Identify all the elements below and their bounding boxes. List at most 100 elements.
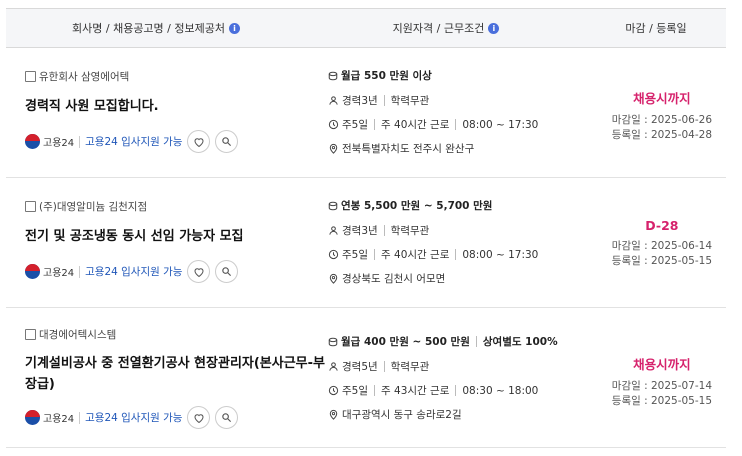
pay-text: 월급 400 만원 ~ 500 만원	[341, 336, 470, 348]
divider	[455, 119, 457, 130]
source-row: 고용24 고용24 입사지원 가능	[25, 260, 239, 283]
divider	[455, 385, 457, 396]
heart-icon	[194, 413, 204, 423]
location-text: 대구광역시 동구 송라로2길	[342, 409, 462, 421]
coin-icon	[328, 71, 338, 80]
deadline-block: 채용시까지 마감일 : 2025-06-26 등록일 : 2025-04-28	[612, 88, 712, 143]
registered-date: 등록일 : 2025-05-15	[611, 395, 712, 407]
location-pin-icon	[329, 143, 338, 154]
source-brand: 고용24	[43, 268, 75, 279]
pay-condition: 월급 550 만원 이상	[328, 68, 432, 83]
education-text: 학력무관	[390, 361, 430, 373]
location-pin-icon	[329, 409, 338, 420]
source-row: 고용24 고용24 입사지원 가능	[25, 406, 239, 429]
pay-text: 연봉 5,500 만원 ~ 5,700 만원	[341, 200, 493, 212]
checkbox-icon[interactable]	[25, 201, 36, 212]
divider	[79, 411, 81, 424]
company-name: 대경에어텍시스템	[25, 327, 116, 342]
header-qualification-label: 지원자격 / 근무조건	[392, 22, 485, 35]
experience-condition: 경력3년 학력무관	[328, 223, 429, 238]
experience-text: 경력3년	[342, 225, 378, 237]
coin-icon	[328, 337, 338, 346]
divider	[374, 119, 376, 130]
education-text: 학력무관	[390, 225, 430, 237]
company-label[interactable]: 대경에어텍시스템	[39, 327, 116, 342]
korea-flag-icon	[25, 264, 40, 279]
experience-text: 경력3년	[342, 95, 378, 107]
deadline-block: D-28 마감일 : 2025-06-14 등록일 : 2025-05-15	[612, 218, 712, 269]
experience-condition: 경력5년 학력무관	[328, 359, 429, 374]
person-icon	[329, 362, 338, 371]
education-text: 학력무관	[390, 95, 430, 107]
search-button[interactable]	[215, 260, 239, 283]
deadline-date: 마감일 : 2025-06-14	[611, 240, 712, 252]
deadline-date: 마감일 : 2025-06-26	[611, 114, 712, 126]
header-deadline-label: 마감 / 등록일	[625, 22, 687, 35]
divider	[383, 361, 385, 372]
location-pin-icon	[329, 273, 338, 284]
search-icon	[222, 413, 232, 423]
divider	[374, 385, 376, 396]
search-icon	[222, 267, 232, 277]
divider	[455, 249, 457, 260]
korea-flag-icon	[25, 134, 40, 149]
checkbox-icon[interactable]	[25, 71, 36, 82]
source-brand: 고용24	[43, 414, 75, 425]
source-row: 고용24 고용24 입사지원 가능	[25, 130, 239, 153]
bonus-text: 상여별도 100%	[482, 336, 558, 348]
pay-text: 월급 550 만원 이상	[341, 70, 432, 82]
hours-text: 주 40시간 근로	[381, 249, 450, 261]
deadline-block: 채용시까지 마감일 : 2025-07-14 등록일 : 2025-05-15	[612, 354, 712, 409]
divider	[79, 135, 81, 148]
apply-link[interactable]: 고용24 입사지원 가능	[85, 134, 182, 149]
coin-icon	[328, 201, 338, 210]
job-title[interactable]: 전기 및 공조냉동 동시 선임 가능자 모집	[25, 226, 244, 247]
table-header: 회사명 / 채용공고명 / 정보제공처 i 지원자격 / 근무조건 i 마감 /…	[6, 8, 726, 48]
job-title[interactable]: 기계설비공사 중 전열환기공사 현장관리자(본사근무-부장급)	[25, 353, 325, 395]
apply-link[interactable]: 고용24 입사지원 가능	[85, 264, 182, 279]
hours-condition: 주5일 주 40시간 근로 08:00 ~ 17:30	[328, 247, 538, 262]
hours-text: 주 40시간 근로	[381, 119, 450, 131]
search-button[interactable]	[215, 130, 239, 153]
company-label[interactable]: 유한회사 삼영에어텍	[39, 69, 129, 84]
location-condition: 전북특별자치도 전주시 완산구	[328, 141, 474, 156]
location-condition: 대구광역시 동구 송라로2길	[328, 407, 462, 422]
header-qualification-column: 지원자격 / 근무조건 i	[306, 9, 586, 47]
divider	[374, 249, 376, 260]
job-row: 유한회사 삼영에어텍 경력직 사원 모집합니다. 고용24 고용24 입사지원 …	[6, 48, 726, 178]
pay-condition: 연봉 5,500 만원 ~ 5,700 만원	[328, 198, 492, 213]
favorite-button[interactable]	[187, 130, 211, 153]
registered-date: 등록일 : 2025-05-15	[611, 255, 712, 267]
clock-icon	[328, 119, 339, 130]
clock-icon	[328, 385, 339, 396]
korea-flag-icon	[25, 410, 40, 425]
location-text: 전북특별자치도 전주시 완산구	[342, 143, 475, 155]
experience-text: 경력5년	[342, 361, 378, 373]
company-label[interactable]: (주)대영알미늄 김천지점	[39, 199, 147, 214]
heart-icon	[194, 137, 204, 147]
clock-icon	[328, 249, 339, 260]
favorite-button[interactable]	[187, 260, 211, 283]
job-row: (주)대영알미늄 김천지점 전기 및 공조냉동 동시 선임 가능자 모집 고용2…	[6, 178, 726, 308]
checkbox-icon[interactable]	[25, 329, 36, 340]
days-text: 주5일	[342, 119, 369, 131]
divider	[475, 336, 477, 347]
company-name: 유한회사 삼영에어텍	[25, 69, 129, 84]
apply-link[interactable]: 고용24 입사지원 가능	[85, 410, 182, 425]
experience-condition: 경력3년 학력무관	[328, 93, 429, 108]
search-icon	[222, 137, 232, 147]
days-text: 주5일	[342, 249, 369, 261]
info-icon[interactable]: i	[488, 22, 500, 34]
favorite-button[interactable]	[187, 406, 211, 429]
info-icon[interactable]: i	[228, 22, 240, 34]
time-text: 08:30 ~ 18:00	[462, 384, 539, 397]
status-badge: 채용시까지	[633, 91, 691, 106]
divider	[79, 265, 81, 278]
header-company-label: 회사명 / 채용공고명 / 정보제공처	[72, 22, 225, 35]
person-icon	[329, 226, 338, 235]
registered-date: 등록일 : 2025-04-28	[611, 129, 712, 141]
heart-icon	[194, 267, 204, 277]
search-button[interactable]	[215, 406, 239, 429]
hours-condition: 주5일 주 40시간 근로 08:00 ~ 17:30	[328, 117, 538, 132]
job-title[interactable]: 경력직 사원 모집합니다.	[25, 96, 159, 117]
